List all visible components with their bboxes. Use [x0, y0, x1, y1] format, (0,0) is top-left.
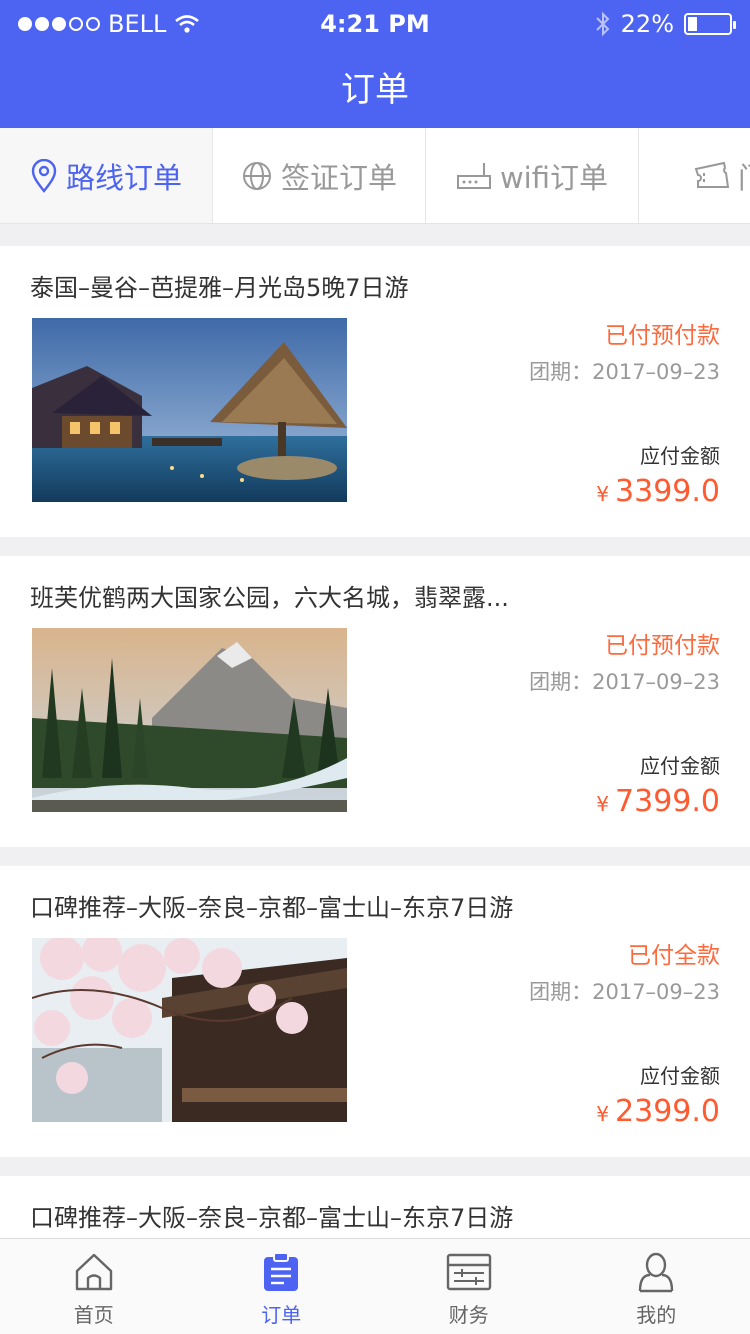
payment-status: 已付预付款 — [605, 633, 720, 659]
finance-icon — [446, 1253, 491, 1291]
payment-status: 已付全款 — [628, 943, 720, 969]
currency-symbol: ¥ — [596, 792, 610, 816]
amount-due: ¥ 3399.0 — [596, 474, 720, 509]
page-title: 订单 — [341, 70, 409, 110]
order-title: 班芙优鹤两大国家公园，六大名城，翡翠露... — [30, 584, 509, 612]
payment-status: 已付预付款 — [605, 323, 720, 349]
order-title: 口碑推荐–大阪–奈良–京都–富士山–东京7日游 — [30, 894, 514, 922]
order-card[interactable]: 班芙优鹤两大国家公园，六大名城，翡翠露... 已付预付款 团期：2017–09–… — [0, 556, 750, 847]
tour-date: 团期：2017–09–23 — [529, 360, 720, 384]
order-list-icon — [264, 1252, 299, 1291]
bottom-tab-bar: 首页 订单 财务 我的 — [0, 1238, 750, 1334]
tab-label: 路线订单 — [65, 161, 182, 195]
tab-label: 财务 — [448, 1303, 489, 1327]
tab-label: 签证订单 — [280, 161, 397, 195]
order-title: 口碑推荐–大阪–奈良–京都–富士山–东京7日游 — [30, 1204, 514, 1232]
japan-cherry-blossom-image — [32, 938, 347, 1122]
amount-label: 应付金额 — [640, 444, 720, 468]
thailand-resort-image — [32, 318, 347, 502]
canada-mountain-river-image — [32, 628, 347, 812]
amount-value: 7399.0 — [615, 784, 720, 819]
currency-symbol: ¥ — [596, 482, 610, 506]
tab-ticket-orders[interactable]: 门票 — [639, 128, 750, 223]
tab-wifi-orders[interactable]: wifi订单 — [426, 128, 639, 223]
battery-percent: 22% — [620, 10, 674, 38]
ticket-icon — [694, 161, 730, 188]
app-header: BELL 4:21 PM 22% 订单 — [0, 0, 750, 128]
amount-label: 应付金额 — [640, 1064, 720, 1088]
tab-profile[interactable]: 我的 — [563, 1239, 750, 1334]
home-icon — [75, 1253, 112, 1291]
tab-visa-orders[interactable]: 签证订单 — [213, 128, 426, 223]
amount-due: ¥ 2399.0 — [596, 1094, 720, 1129]
amount-due: ¥ 7399.0 — [596, 784, 720, 819]
tab-orders[interactable]: 订单 — [188, 1239, 376, 1334]
tab-label: 订单 — [261, 1303, 302, 1327]
amount-value: 2399.0 — [615, 1094, 720, 1129]
amount-label: 应付金额 — [640, 754, 720, 778]
currency-symbol: ¥ — [596, 1102, 610, 1126]
user-icon — [639, 1252, 674, 1293]
order-card[interactable]: 口碑推荐–大阪–奈良–京都–富士山–东京7日游 已付全款 团期：2017–09–… — [0, 866, 750, 1157]
amount-value: 3399.0 — [615, 474, 720, 509]
bluetooth-icon — [595, 11, 610, 37]
router-icon — [456, 163, 491, 189]
order-card[interactable]: 泰国–曼谷–芭提雅–月光岛5晚7日游 已付预付款 团期：2017–09–23 应… — [0, 246, 750, 537]
globe-icon — [242, 162, 271, 190]
tab-route-orders[interactable]: 路线订单 — [0, 128, 213, 223]
tab-finance[interactable]: 财务 — [375, 1239, 563, 1334]
location-pin-icon — [31, 159, 57, 193]
tab-label: wifi订单 — [499, 161, 609, 195]
battery-icon — [684, 13, 736, 35]
tour-date: 团期：2017–09–23 — [529, 980, 720, 1004]
tab-label: 门票 — [738, 155, 750, 197]
tab-home[interactable]: 首页 — [0, 1239, 188, 1334]
tab-label: 首页 — [73, 1303, 114, 1327]
tour-date: 团期：2017–09–23 — [529, 670, 720, 694]
order-title: 泰国–曼谷–芭提雅–月光岛5晚7日游 — [30, 274, 409, 302]
order-type-tabs: 路线订单 签证订单 wifi订单 门票 — [0, 128, 750, 224]
tab-label: 我的 — [636, 1303, 677, 1327]
status-bar: BELL 4:21 PM 22% — [0, 0, 750, 48]
order-card[interactable]: 口碑推荐–大阪–奈良–京都–富士山–东京7日游 — [0, 1176, 750, 1238]
